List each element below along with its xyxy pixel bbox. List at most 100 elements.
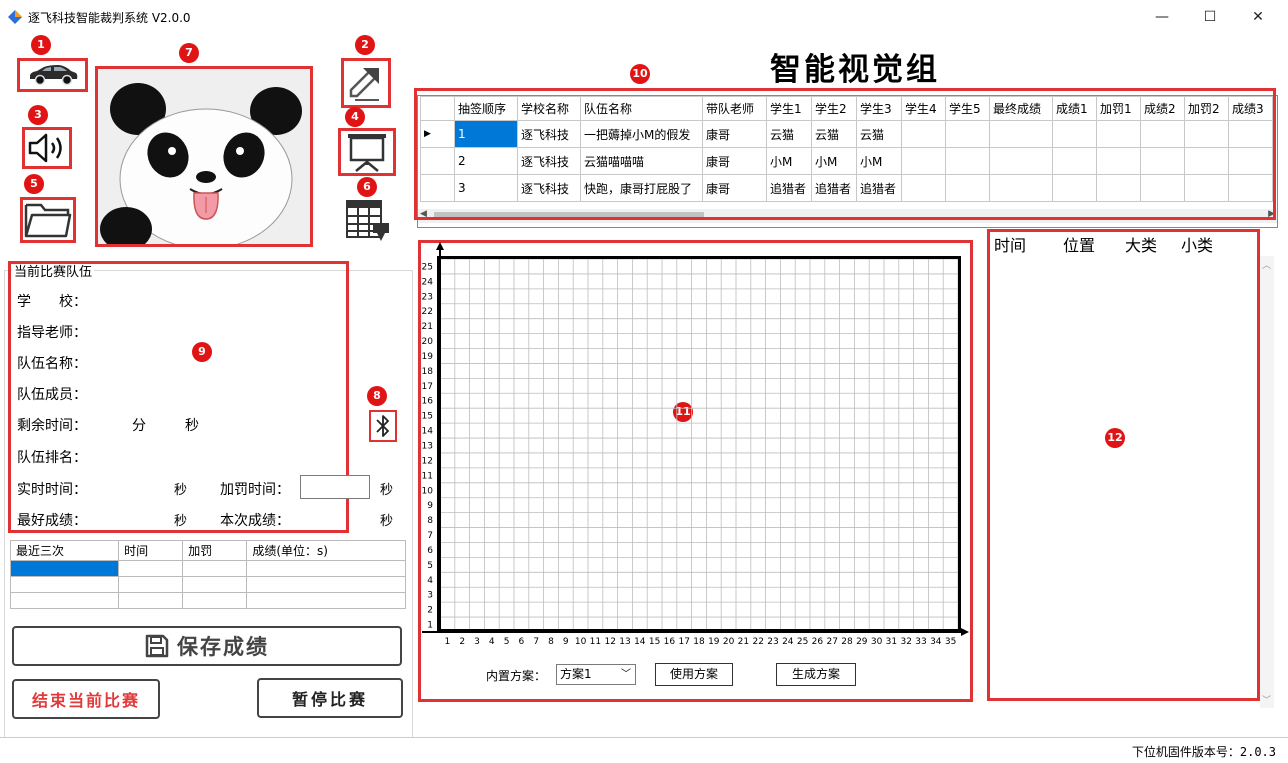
table-cell[interactable] [9,560,120,577]
scroll-down-icon[interactable]: ﹀ [1262,693,1271,706]
table-cell[interactable] [246,592,406,609]
save-score-label: 保存成绩 [177,635,269,659]
x-tick-label: 21 [738,637,749,647]
x-tick-label: 35 [945,637,956,647]
log-vertical-scrollbar[interactable]: ︿ ﹀ [1260,256,1274,708]
realtime-second-unit: 秒 [174,483,188,498]
y-tick-label: 19 [422,352,434,362]
x-tick-label: 18 [693,637,705,647]
table-cell[interactable] [246,576,406,593]
badge-6: 6 [357,177,377,197]
log-header-category: 大类 [1125,236,1158,255]
y-tick-label: 5 [427,561,433,571]
x-axis-arrow-icon [961,628,969,636]
x-tick-label: 34 [930,637,942,647]
firmware-version: 下位机固件版本号：2.0.3 [1131,745,1276,759]
table-row[interactable] [9,560,406,577]
log-header-time: 时间 [994,236,1027,255]
x-tick-label: 29 [856,637,868,647]
table-row[interactable] [9,592,406,609]
table-cell[interactable] [182,576,248,593]
table-row[interactable] [9,576,406,593]
x-tick-label: 3 [474,637,480,647]
table-cell[interactable] [118,592,184,609]
column-header: 成绩(单位：s) [246,540,406,561]
window-title: 逐飞科技智能裁判系统 V2.0.0 [28,11,191,25]
open-folder-button[interactable] [20,197,76,243]
y-tick-label: 8 [427,516,433,526]
plan-select-value: 方案1 [560,667,592,681]
minimize-button[interactable]: — [1147,4,1177,30]
y-tick-label: 12 [422,456,433,466]
edit-button[interactable] [341,58,391,108]
x-tick-label: 17 [678,637,689,647]
x-tick-label: 10 [575,637,587,647]
x-tick-label: 2 [459,637,465,647]
badge-2: 2 [355,35,375,55]
x-tick-label: 5 [504,637,510,647]
table-cell[interactable] [246,560,406,577]
edit-pencil-icon [349,68,379,101]
column-header: 加罚 [182,540,248,561]
x-tick-label: 24 [782,637,794,647]
field-frame [437,256,961,632]
y-tick-label: 3 [427,591,433,601]
school-label: 学 校： [17,294,87,310]
close-button[interactable]: ✕ [1243,4,1273,30]
x-tick-label: 16 [664,637,676,647]
table-cell[interactable] [118,560,184,577]
builtin-plan-label: 内置方案： [486,669,547,683]
badge-7: 7 [179,43,199,63]
x-tick-label: 33 [915,637,926,647]
log-header-position: 位置 [1063,236,1096,255]
x-tick-label: 12 [604,637,615,647]
car-button[interactable] [17,58,88,92]
plan-select[interactable]: 方案1 ﹀ [556,664,636,685]
save-score-button[interactable]: 保存成绩 [12,626,402,666]
x-tick-label: 13 [619,637,630,647]
column-header: 最近三次 [9,540,120,561]
badge-4: 4 [345,107,365,127]
minute-unit: 分 [132,418,146,434]
best-score-label: 最好成绩： [17,513,87,529]
table-cell[interactable] [9,592,120,609]
y-tick-label: 4 [427,576,433,586]
penalty-time-input[interactable] [300,475,370,499]
penalty-second-unit: 秒 [380,483,394,498]
y-tick-label: 17 [422,382,433,392]
end-match-button[interactable]: 结束当前比赛 [12,679,160,719]
presentation-button[interactable] [338,128,396,176]
title-bar: 逐飞科技智能裁判系统 V2.0.0 — ☐ ✕ [0,0,1288,32]
y-axis-arrow-icon [436,242,444,250]
table-cell[interactable] [182,592,248,609]
x-tick-label: 22 [752,637,763,647]
export-table-button[interactable] [343,198,393,246]
table-cell[interactable] [182,560,248,577]
scroll-up-icon[interactable]: ︿ [1262,258,1271,271]
use-plan-button[interactable]: 使用方案 [655,663,733,686]
table-cell[interactable] [9,576,120,593]
column-header: 时间 [118,540,184,561]
realtime-label: 实时时间： [17,482,87,498]
y-tick-label: 11 [422,471,433,481]
end-match-label: 结束当前比赛 [31,691,140,710]
recent-header-row: 最近三次 时间 加罚 成绩(单位：s) [9,540,406,561]
log-header-subcategory: 小类 [1181,236,1214,255]
generate-plan-button[interactable]: 生成方案 [776,663,856,686]
remaining-time-label: 剩余时间： [17,418,87,434]
x-tick-label: 9 [563,637,569,647]
annotation-box-10 [414,88,1276,220]
y-tick-label: 24 [422,277,434,287]
page-title: 智能视觉组 [770,52,940,88]
table-cell[interactable] [118,576,184,593]
folder-icon [24,203,72,238]
x-tick-label: 28 [841,637,853,647]
y-tick-label: 23 [422,292,433,302]
maximize-button[interactable]: ☐ [1195,4,1225,30]
x-tick-label: 15 [649,637,660,647]
pause-match-button[interactable]: 暂停比赛 [257,678,403,718]
y-tick-label: 6 [427,546,433,556]
y-tick-label: 22 [422,307,433,317]
sound-button[interactable] [22,127,72,169]
x-tick-label: 4 [489,637,495,647]
